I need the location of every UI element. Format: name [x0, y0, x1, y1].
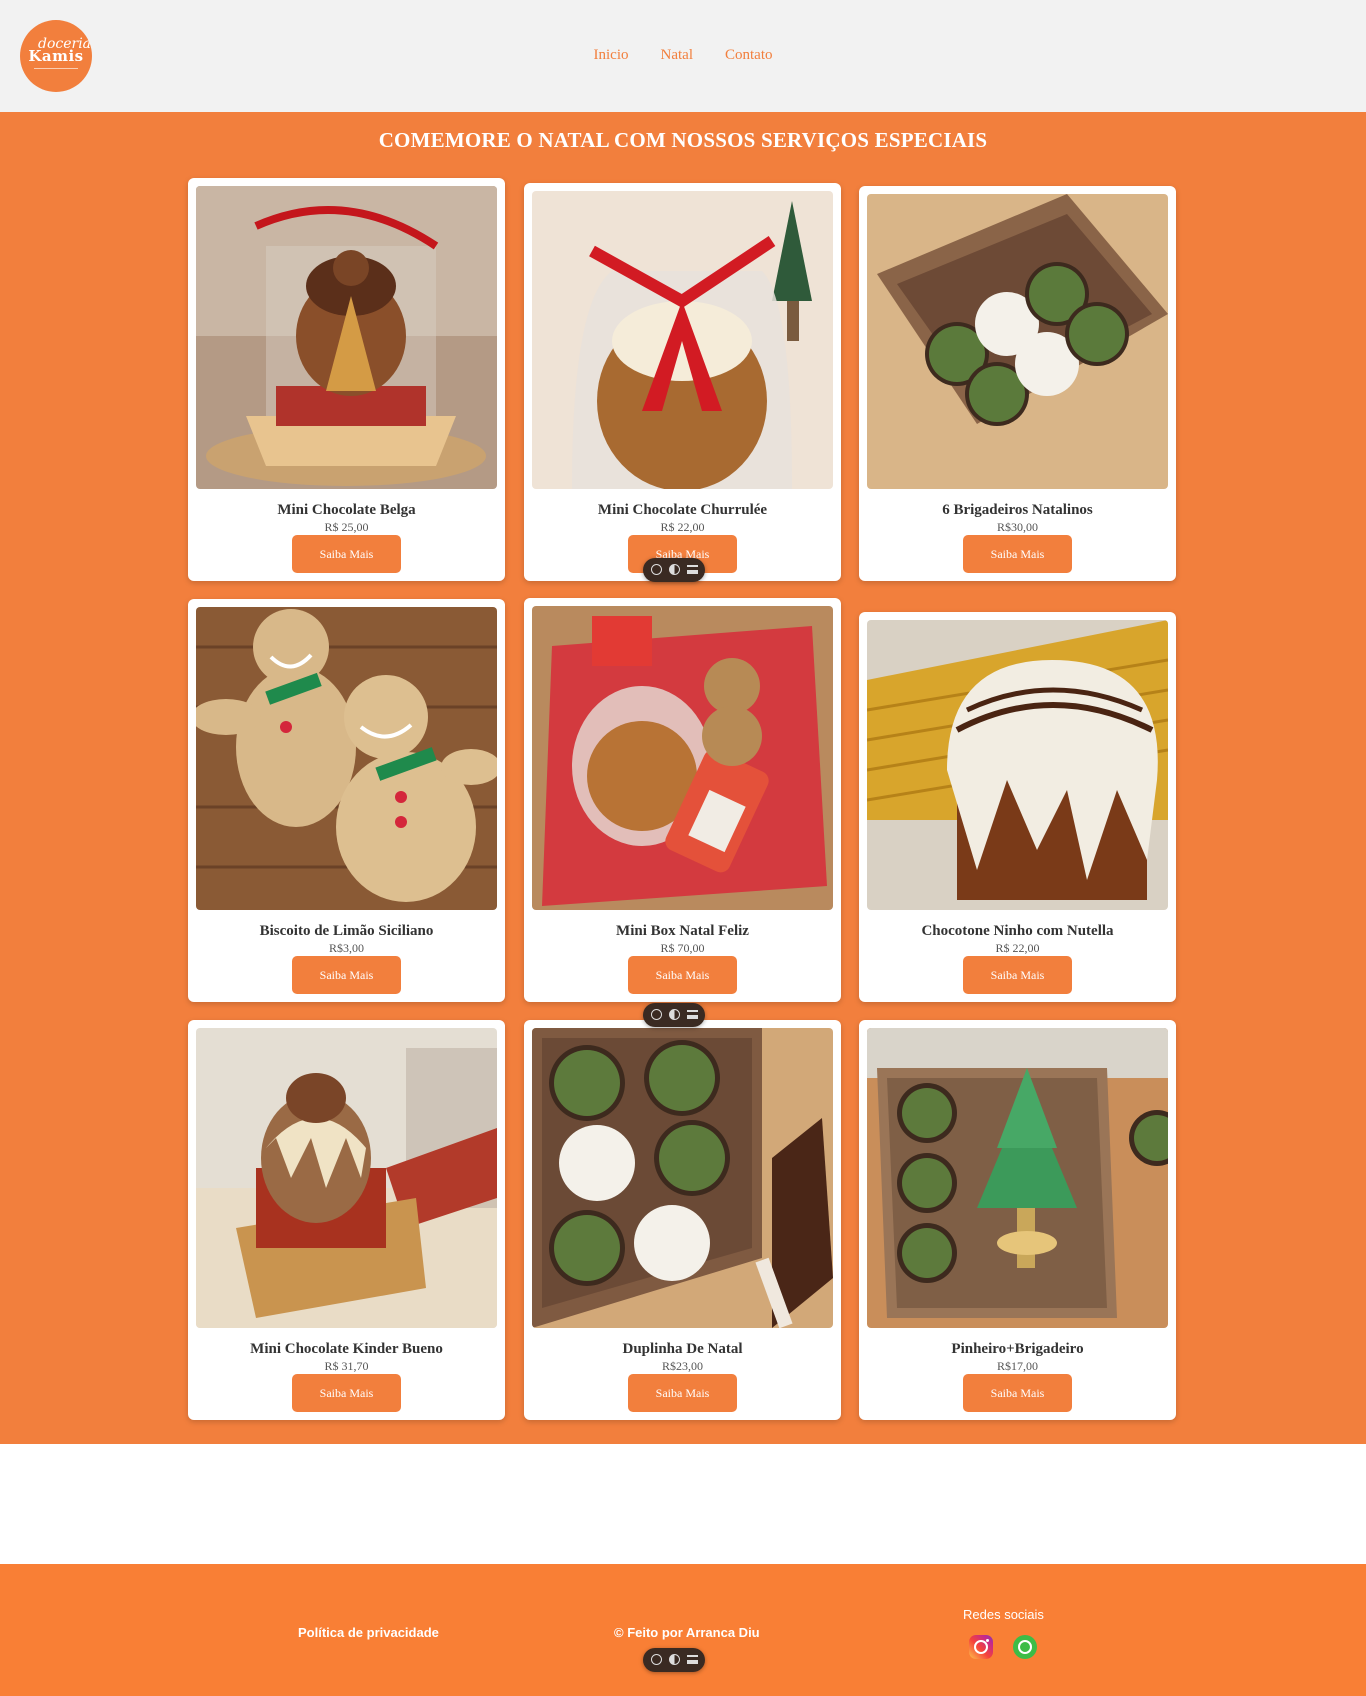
product-price: R$30,00: [996, 520, 1038, 534]
product-card: Mini Box Natal Feliz R$ 70,00 Saiba Mais: [524, 598, 841, 1002]
product-name: Chocotone Ninho com Nutella: [921, 923, 1114, 939]
product-price: R$23,00: [661, 1359, 703, 1373]
saiba-mais-button[interactable]: Saiba Mais: [963, 535, 1072, 573]
products-section: COMEMORE O NATAL COM NOSSOS SERVIÇOS ESP…: [0, 112, 1366, 1444]
product-name: Biscoito de Limão Siciliano: [259, 923, 434, 939]
comment-icon[interactable]: [651, 564, 662, 575]
nav-link-natal[interactable]: Natal: [661, 47, 693, 64]
product-image: [196, 607, 497, 910]
product-name: Mini Chocolate Churrulée: [597, 502, 768, 518]
logo-divider: [34, 68, 78, 69]
product-price: R$ 70,00: [660, 941, 705, 955]
privacy-policy-link[interactable]: Política de privacidade: [298, 1625, 439, 1640]
saiba-mais-button[interactable]: Saiba Mais: [292, 535, 401, 573]
product-price: R$ 31,70: [324, 1359, 369, 1373]
product-card: Mini Chocolate Kinder Bueno R$ 31,70 Sai…: [188, 1020, 505, 1420]
product-price: R$17,00: [996, 1359, 1038, 1373]
product-card: Biscoito de Limão Siciliano R$3,00 Saiba…: [188, 599, 505, 1002]
product-image: [867, 1028, 1168, 1328]
menu-icon[interactable]: [687, 1655, 698, 1664]
contrast-icon[interactable]: [669, 1654, 680, 1665]
product-card: 6 Brigadeiros Natalinos R$30,00 Saiba Ma…: [859, 186, 1176, 581]
comment-icon[interactable]: [651, 1009, 662, 1020]
saiba-mais-button[interactable]: Saiba Mais: [963, 1374, 1072, 1412]
section-title: COMEMORE O NATAL COM NOSSOS SERVIÇOS ESP…: [378, 128, 988, 152]
product-image: [196, 186, 497, 489]
social-title: Redes sociais: [963, 1607, 1044, 1622]
product-name: Mini Box Natal Feliz: [616, 923, 749, 939]
whatsapp-icon[interactable]: [1013, 1635, 1037, 1659]
product-name: Duplinha De Natal: [622, 1341, 743, 1357]
credits-text: © Feito por Arranca Diu: [614, 1625, 760, 1640]
menu-icon[interactable]: [687, 565, 698, 574]
floating-toolbar[interactable]: [643, 1648, 705, 1672]
comment-icon[interactable]: [651, 1654, 662, 1665]
product-image: [532, 1028, 833, 1328]
product-price: R$ 22,00: [660, 520, 705, 534]
floating-toolbar[interactable]: [643, 558, 705, 582]
product-price: R$3,00: [328, 941, 364, 955]
saiba-mais-button[interactable]: Saiba Mais: [292, 956, 401, 994]
product-name: Pinheiro+Brigadeiro: [951, 1341, 1084, 1357]
saiba-mais-button[interactable]: Saiba Mais: [292, 1374, 401, 1412]
site-footer: Política de privacidade © Feito por Arra…: [0, 1564, 1366, 1696]
product-image: [196, 1028, 497, 1328]
product-card: Mini Chocolate Churrulée R$ 22,00 Saiba …: [524, 183, 841, 581]
product-image: [532, 606, 833, 910]
menu-icon[interactable]: [687, 1010, 698, 1019]
product-card: Chocotone Ninho com Nutella R$ 22,00 Sai…: [859, 612, 1176, 1002]
contrast-icon[interactable]: [669, 1009, 680, 1020]
product-price: R$ 22,00: [995, 941, 1040, 955]
product-image: [867, 194, 1168, 489]
saiba-mais-button[interactable]: Saiba Mais: [628, 956, 737, 994]
product-price: R$ 25,00: [324, 520, 369, 534]
product-image: [532, 191, 833, 489]
main-nav: Inicio Natal Contato: [0, 46, 1366, 66]
nav-link-inicio[interactable]: Inicio: [594, 47, 629, 64]
product-image: [867, 620, 1168, 910]
product-card: Duplinha De Natal R$23,00 Saiba Mais: [524, 1020, 841, 1420]
product-card: Mini Chocolate Belga R$ 25,00 Saiba Mais: [188, 178, 505, 581]
floating-toolbar[interactable]: [643, 1003, 705, 1027]
product-card: Pinheiro+Brigadeiro R$17,00 Saiba Mais: [859, 1020, 1176, 1420]
saiba-mais-button[interactable]: Saiba Mais: [628, 1374, 737, 1412]
instagram-icon[interactable]: [969, 1635, 993, 1659]
product-name: Mini Chocolate Kinder Bueno: [250, 1341, 443, 1357]
contrast-icon[interactable]: [669, 564, 680, 575]
nav-link-contato[interactable]: Contato: [725, 47, 773, 64]
saiba-mais-button[interactable]: Saiba Mais: [963, 956, 1072, 994]
product-name: 6 Brigadeiros Natalinos: [942, 502, 1093, 518]
site-header: doceria Kamis Inicio Natal Contato: [0, 0, 1366, 112]
product-name: Mini Chocolate Belga: [277, 502, 416, 518]
